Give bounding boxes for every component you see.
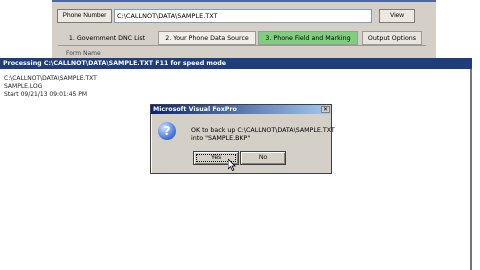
dialog-message-line-1: OK to back up C:\CALLNOT\DATA\SAMPLE.TXT	[191, 127, 335, 134]
dialog-title: Microsoft Visual FoxPro	[151, 105, 331, 114]
processing-window-title: Processing C:\CALLNOT\DATA\SAMPLE.TXT F1…	[0, 58, 472, 69]
tab-phone-field-and-marking[interactable]: 3. Phone Field and Marking	[258, 31, 358, 45]
tab-strip-divider	[58, 45, 426, 46]
data-path-field[interactable]: C:\CALLNOT\DATA\SAMPLE.TXT	[114, 9, 372, 23]
tab-output-options[interactable]: Output Options	[362, 31, 422, 45]
background-app-titlebar	[52, 0, 436, 2]
tab-government-dnc-list[interactable]: 1. Government DNC List	[58, 31, 156, 45]
mouse-cursor-icon	[228, 159, 236, 171]
no-button[interactable]: No	[240, 151, 286, 165]
dialog-message-line-2: into "SAMPLE.BKP"	[191, 135, 251, 142]
log-line-start-time: Start 09/21/13 09:01:45 PM	[4, 91, 88, 98]
dialog-close-button[interactable]: ✕	[321, 106, 330, 113]
question-icon: ?	[158, 122, 176, 140]
phone-number-button[interactable]: Phone Number	[57, 9, 112, 23]
form-name-label: Form Name	[66, 50, 101, 57]
log-line-path: C:\CALLNOT\DATA\SAMPLE.TXT	[4, 75, 97, 82]
log-line-logfile: SAMPLE.LOG	[4, 83, 43, 90]
view-button[interactable]: View	[379, 9, 415, 23]
tab-phone-data-source[interactable]: 2. Your Phone Data Source	[158, 31, 256, 45]
